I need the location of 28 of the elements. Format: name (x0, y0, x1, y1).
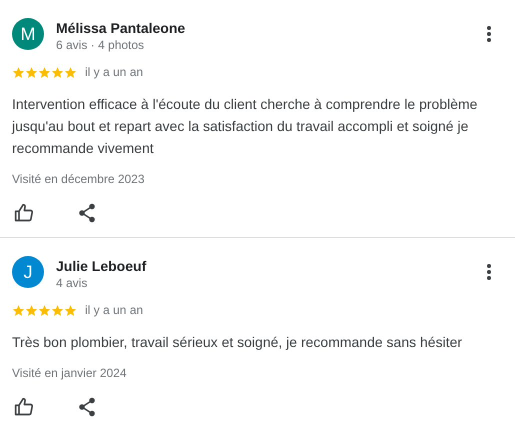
reviewer-name[interactable]: Mélissa Pantaleone (56, 19, 475, 37)
more-options-icon[interactable] (487, 26, 491, 42)
star-icon (25, 66, 38, 78)
visit-date: Visité en janvier 2024 (12, 365, 128, 381)
star-icon (38, 304, 51, 316)
review-text: Très bon plombier, travail sérieux et soigné, je recommande sans hésiter (12, 333, 464, 352)
star-icon (51, 304, 64, 316)
share-button[interactable] (78, 397, 96, 417)
star-icon (38, 66, 51, 78)
visit-date: Visité en décembre 2023 (12, 171, 146, 187)
more-options-icon[interactable] (487, 264, 491, 280)
star-icon (51, 66, 64, 78)
star-icon (64, 304, 77, 316)
avatar[interactable]: M (12, 18, 44, 50)
avatar[interactable]: J (12, 256, 44, 288)
star-icon (12, 66, 25, 78)
star-icon (25, 304, 38, 316)
reviewer-meta: 6 avis · 4 photos (56, 37, 146, 53)
reviewer-meta: 4 avis (56, 275, 88, 291)
like-button[interactable] (14, 397, 34, 417)
share-button[interactable] (78, 203, 96, 223)
like-button[interactable] (14, 203, 34, 223)
review-text: Intervention efficace à l'écoute du client cherche à comprendre le problème jusqu'au bout et repart avec la satisfaction du travail accompli et soigné je recommande vivement (12, 95, 478, 158)
review-time: il y a un an (85, 303, 144, 317)
star-icon (12, 304, 25, 316)
reviewer-name[interactable]: Julie Leboeuf (56, 257, 475, 275)
review-time: il y a un an (85, 65, 144, 79)
star-icon (64, 66, 77, 78)
